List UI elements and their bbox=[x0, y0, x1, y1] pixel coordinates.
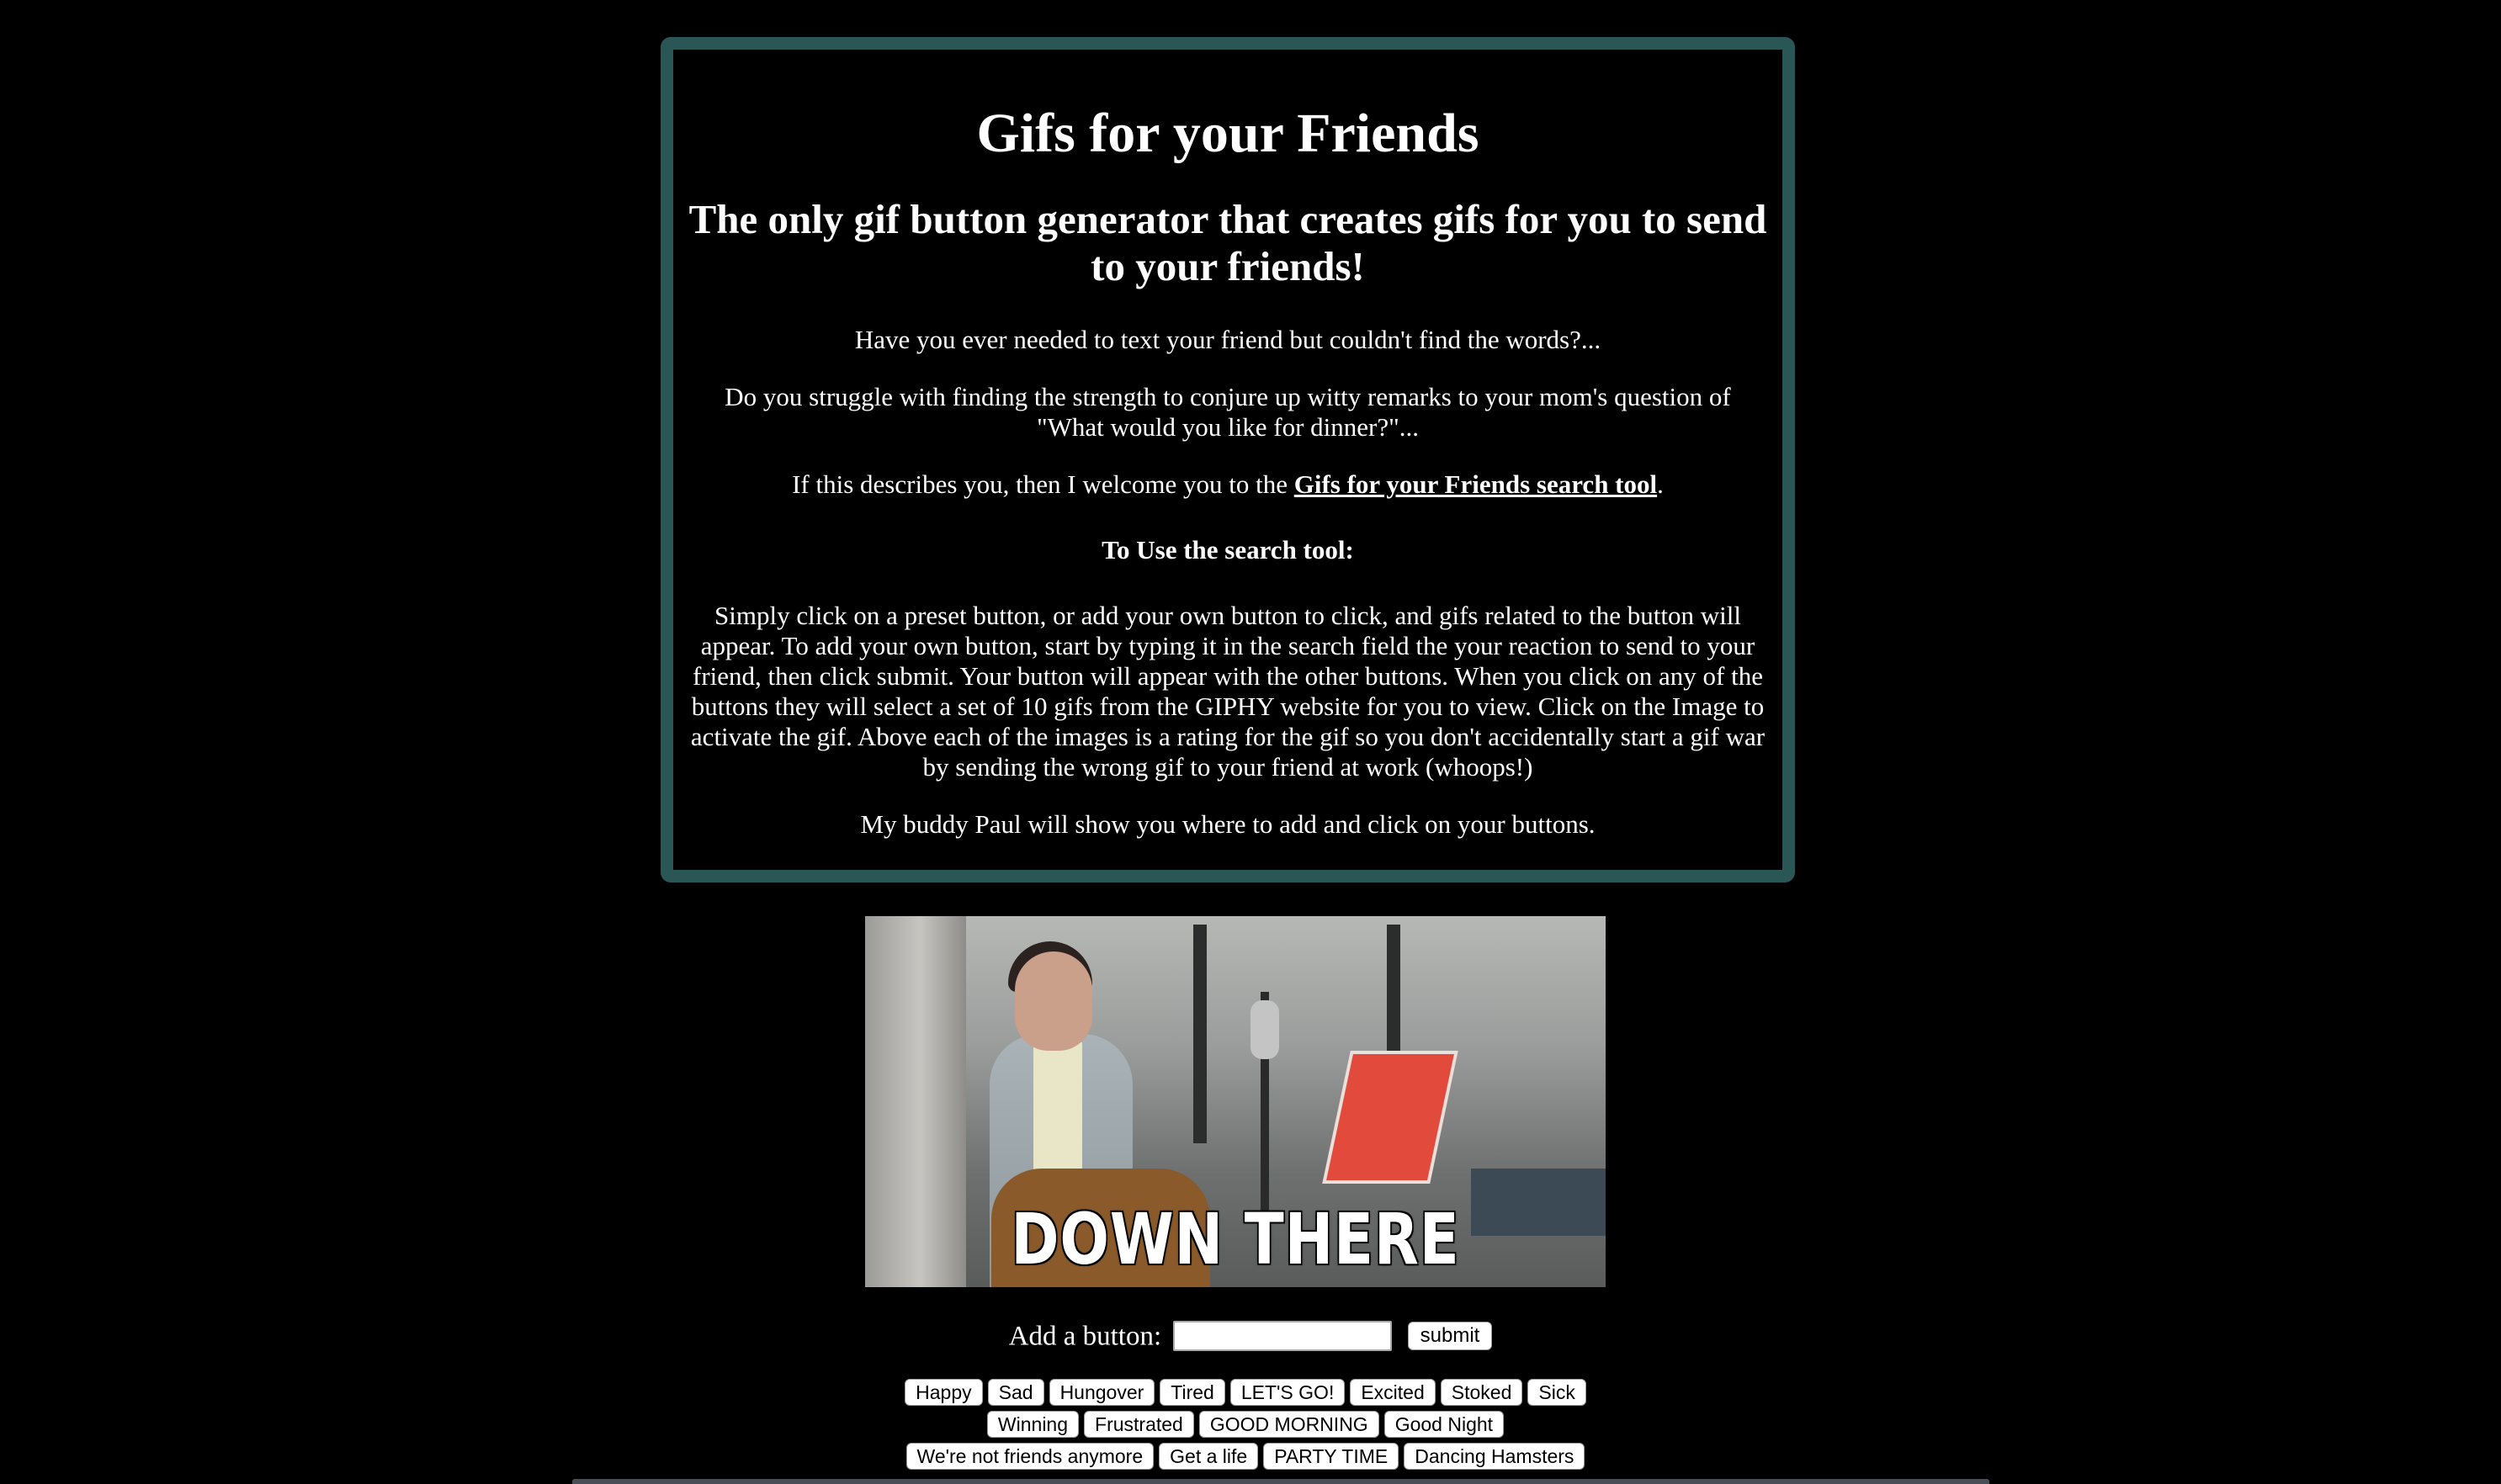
gif-button-sad[interactable]: Sad bbox=[987, 1379, 1044, 1406]
gif-caption: DOWN THERE bbox=[1011, 1198, 1460, 1280]
intro-question-2: Do you struggle with finding the strengt… bbox=[725, 381, 1731, 442]
gif-scene-head bbox=[1015, 951, 1092, 1051]
gif-button-dancing-hamsters[interactable]: Dancing Hamsters bbox=[1404, 1443, 1585, 1470]
gif-button-party-time[interactable]: PARTY TIME bbox=[1263, 1443, 1399, 1470]
gif-button-good-night[interactable]: Good Night bbox=[1383, 1411, 1505, 1438]
submit-button[interactable]: submit bbox=[1407, 1322, 1493, 1351]
how-to-heading: To Use the search tool: bbox=[1102, 534, 1354, 564]
page-subtitle: The only gif button generator that creat… bbox=[688, 195, 1767, 290]
gif-buttons-row-1: Happy Sad Hungover Tired LET'S GO! Excited Sto… bbox=[875, 1376, 1616, 1408]
page-title: Gifs for your Friends bbox=[976, 103, 1479, 164]
add-button-form: Add a button: submit bbox=[0, 1316, 2501, 1353]
add-button-input[interactable] bbox=[1173, 1321, 1393, 1352]
bottom-edge-bar bbox=[572, 1479, 1989, 1484]
page: Gifs for your Friends The only gif butto… bbox=[0, 0, 2501, 1484]
intro-welcome-text: If this describes you, then I welcome yo… bbox=[792, 469, 1294, 499]
gif-button-good-morning[interactable]: GOOD MORNING bbox=[1198, 1411, 1379, 1438]
closing-text: My buddy Paul will show you where to add… bbox=[860, 808, 1596, 839]
add-button-label: Add a button: bbox=[1008, 1321, 1162, 1352]
intro-welcome-period: . bbox=[1657, 469, 1664, 499]
search-tool-link[interactable]: Gifs for your Friends search tool bbox=[1294, 469, 1657, 499]
intro-question-1: Have you ever needed to text your friend… bbox=[854, 324, 1601, 354]
gif-button-get-a-life[interactable]: Get a life bbox=[1159, 1443, 1259, 1470]
gif-button-lets-go[interactable]: LET'S GO! bbox=[1229, 1379, 1346, 1406]
instructions-text: Simply click on a preset button, or add … bbox=[690, 600, 1766, 782]
intro-card: Gifs for your Friends The only gif butto… bbox=[661, 37, 1795, 882]
gif-button-frustrated[interactable]: Frustrated bbox=[1084, 1411, 1194, 1438]
gif-scene-microphone bbox=[1250, 1000, 1279, 1059]
gif-scene-window-frame bbox=[1193, 925, 1207, 1143]
gif-button-not-friends[interactable]: We're not friends anymore bbox=[905, 1443, 1155, 1470]
gif-button-tired[interactable]: Tired bbox=[1160, 1379, 1225, 1406]
gif-buttons-row-2: Winning Frustrated GOOD MORNING Good Night bbox=[875, 1408, 1616, 1440]
gif-buttons: Happy Sad Hungover Tired LET'S GO! Excited Sto… bbox=[875, 1376, 1616, 1472]
hero-gif-image[interactable]: DOWN THERE bbox=[865, 916, 1606, 1287]
gif-button-happy[interactable]: Happy bbox=[905, 1379, 983, 1406]
gif-button-hungover[interactable]: Hungover bbox=[1049, 1379, 1155, 1406]
gif-button-winning[interactable]: Winning bbox=[986, 1411, 1080, 1438]
intro-welcome: If this describes you, then I welcome yo… bbox=[688, 469, 1767, 500]
gif-button-excited[interactable]: Excited bbox=[1350, 1379, 1436, 1406]
gif-buttons-row-3: We're not friends anymore Get a life PARTY… bbox=[875, 1440, 1616, 1472]
gif-button-sick[interactable]: Sick bbox=[1527, 1379, 1586, 1406]
gif-button-stoked[interactable]: Stoked bbox=[1440, 1379, 1523, 1406]
